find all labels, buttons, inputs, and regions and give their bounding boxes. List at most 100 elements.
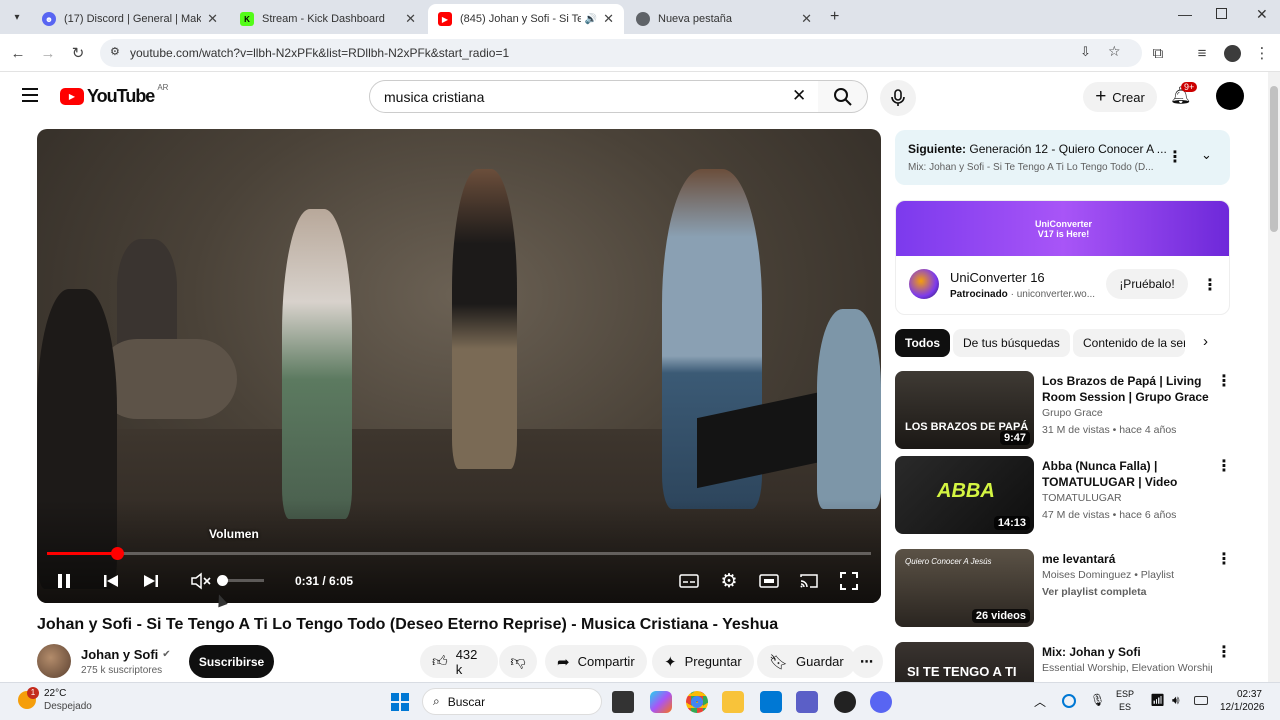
forward-icon[interactable]: → [38,43,58,63]
chip-todos[interactable]: Todos [895,329,951,357]
next-up-panel[interactable]: Siguiente: Generación 12 - Quiero Conoce… [895,130,1230,185]
tab-search-button[interactable]: ▾ [8,8,26,26]
show-hidden-icons-chevron[interactable]: ︿ [1034,693,1046,710]
subscribe-button[interactable]: Suscribirse [189,645,274,678]
ask-button[interactable]: ✦ Preguntar [652,645,754,678]
close-tab-icon[interactable]: ✕ [603,11,614,27]
progress-scrubber[interactable] [111,547,125,560]
app-icon[interactable] [834,691,856,713]
task-view-icon[interactable] [612,691,634,713]
ad-more-icon[interactable]: ⋮ [1202,275,1218,295]
chip-series-content[interactable]: Contenido de la ser [1073,329,1185,357]
page-scrollbar[interactable] [1268,72,1280,682]
speaker-icon[interactable]: 🔊 [585,14,597,25]
expand-chevron-icon[interactable]: ⌄ [1201,147,1212,163]
fullscreen-button[interactable] [837,569,861,593]
file-explorer-icon[interactable] [722,691,744,713]
like-button[interactable]: 👍︎ 432 k [420,645,498,678]
next-more-icon[interactable]: ⋮ [1167,147,1183,167]
search-input[interactable]: musica cristiana ✕ [369,80,819,113]
close-tab-icon[interactable]: ✕ [207,11,218,27]
maximize-button[interactable] [1216,8,1227,19]
tray-app-icon[interactable] [1062,694,1076,708]
store-icon[interactable] [760,691,782,713]
tray-microphone-icon[interactable]: 🎙︎ [1090,693,1105,707]
extensions-icon[interactable]: ⧉ [1148,43,1168,63]
clock[interactable]: 02:37 12/1/2026 [1220,688,1265,714]
video-player[interactable]: Volumen 0:31 / 6:05 ⚙ [37,129,881,603]
chrome-taskbar-icon[interactable] [686,691,708,713]
video-thumbnail[interactable]: ABBA 14:13 [895,456,1034,534]
chips-next-chevron-icon[interactable]: › [1203,333,1208,350]
battery-icon[interactable] [1194,696,1208,705]
more-actions-button[interactable]: ⋯ [850,645,883,678]
copilot-icon[interactable] [650,691,672,713]
reload-icon[interactable]: ↻ [68,43,88,63]
media-control-icon[interactable]: ≡ [1192,43,1212,63]
search-button[interactable] [818,80,868,113]
pause-button[interactable] [53,569,75,593]
recommendation-item[interactable]: SI TE TENGO A TI Mix: Johan y Sofi Essen… [895,642,1235,682]
more-vertical-icon[interactable]: ⋮ [1216,549,1232,569]
ad-banner[interactable]: UniConverter V17 is Here! [896,201,1229,256]
tab-youtube-active[interactable]: ▶ (845) Johan y Sofi - Si Te Te 🔊 ✕ [428,4,624,34]
scrollbar-thumb[interactable] [1270,86,1278,232]
tab-discord[interactable]: ☻ (17) Discord | General | Makoze ✕ [32,4,228,34]
more-vertical-icon[interactable]: ⋮ [1216,371,1232,391]
teams-icon[interactable] [796,691,818,713]
browser-menu-icon[interactable]: ⋮ [1252,43,1272,63]
recommendation-item[interactable]: Quiero Conocer A Jesús 26 videos me leva… [895,549,1235,629]
taskbar-search[interactable]: ⌕ Buscar [422,688,602,715]
close-tab-icon[interactable]: ✕ [405,11,416,27]
account-avatar[interactable] [1216,82,1244,110]
theater-mode-button[interactable] [757,569,781,593]
more-vertical-icon[interactable]: ⋮ [1216,456,1232,476]
dislike-button[interactable]: 👎︎ [499,645,537,678]
close-tab-icon[interactable]: ✕ [801,11,812,27]
cast-button[interactable] [797,569,821,593]
mix-thumbnail[interactable]: SI TE TENGO A TI [895,642,1034,682]
bookmark-star-icon[interactable]: ☆ [1108,43,1121,60]
previous-button[interactable] [99,569,123,593]
clear-search-icon[interactable]: ✕ [792,86,806,106]
tab-new[interactable]: Nueva pestaña ✕ [626,4,822,34]
playlist-thumbnail[interactable]: Quiero Conocer A Jesús 26 videos [895,549,1034,627]
recommendation-item[interactable]: ABBA 14:13 Abba (Nunca Falla) | TOMATULU… [895,456,1235,536]
sponsored-ad[interactable]: UniConverter V17 is Here! UniConverter 1… [895,200,1230,315]
new-tab-button[interactable]: + [830,8,839,26]
site-info-icon[interactable]: ⚙ [110,45,120,58]
channel-avatar[interactable] [37,644,71,678]
close-window-button[interactable]: ✕ [1256,6,1268,23]
settings-button[interactable]: ⚙ [717,569,741,593]
share-button[interactable]: ➦ Compartir [545,645,647,678]
channel-name[interactable]: Johan y Sofi ✔ [81,647,171,662]
video-thumbnail[interactable]: LOS BRAZOS DE PAPÁ 9:47 [895,371,1034,449]
volume-slider[interactable] [217,575,264,586]
next-button[interactable] [139,569,163,593]
subtitles-button[interactable] [677,569,701,593]
progress-bar[interactable] [47,547,871,560]
language-indicator[interactable]: ESP ES [1116,688,1134,714]
windows-start-icon[interactable] [389,691,411,713]
volume-icon[interactable]: 🔊︎ [1172,693,1180,708]
more-vertical-icon[interactable]: ⋮ [1216,642,1232,662]
ad-cta-button[interactable]: ¡Pruébalo! [1106,269,1188,299]
profile-avatar-icon[interactable] [1222,43,1242,63]
volume-knob[interactable] [217,575,228,586]
mute-button[interactable] [187,569,215,593]
create-button[interactable]: + Crear [1083,82,1157,112]
hamburger-menu-icon[interactable] [22,88,38,102]
back-icon[interactable]: ← [8,43,28,63]
install-app-icon[interactable]: ⇩ [1080,44,1091,60]
chip-search-related[interactable]: De tus búsquedas [953,329,1070,357]
discord-taskbar-icon[interactable] [870,691,892,713]
notifications-button[interactable]: 🔔︎ 9+ [1170,82,1198,106]
voice-search-button[interactable] [880,80,916,116]
wifi-icon[interactable]: 📶︎ [1150,693,1165,707]
address-bar[interactable]: ⚙ youtube.com/watch?v=llbh-N2xPFk&list=R… [100,39,1142,67]
save-button[interactable]: 🔖︎ Guardar [757,645,856,678]
youtube-logo[interactable]: ▶ YouTube AR [60,83,168,107]
minimize-button[interactable]: — [1178,6,1192,22]
weather-widget[interactable]: 1 22°C Despejado [18,687,92,713]
tab-kick[interactable]: K Stream - Kick Dashboard ✕ [230,4,426,34]
